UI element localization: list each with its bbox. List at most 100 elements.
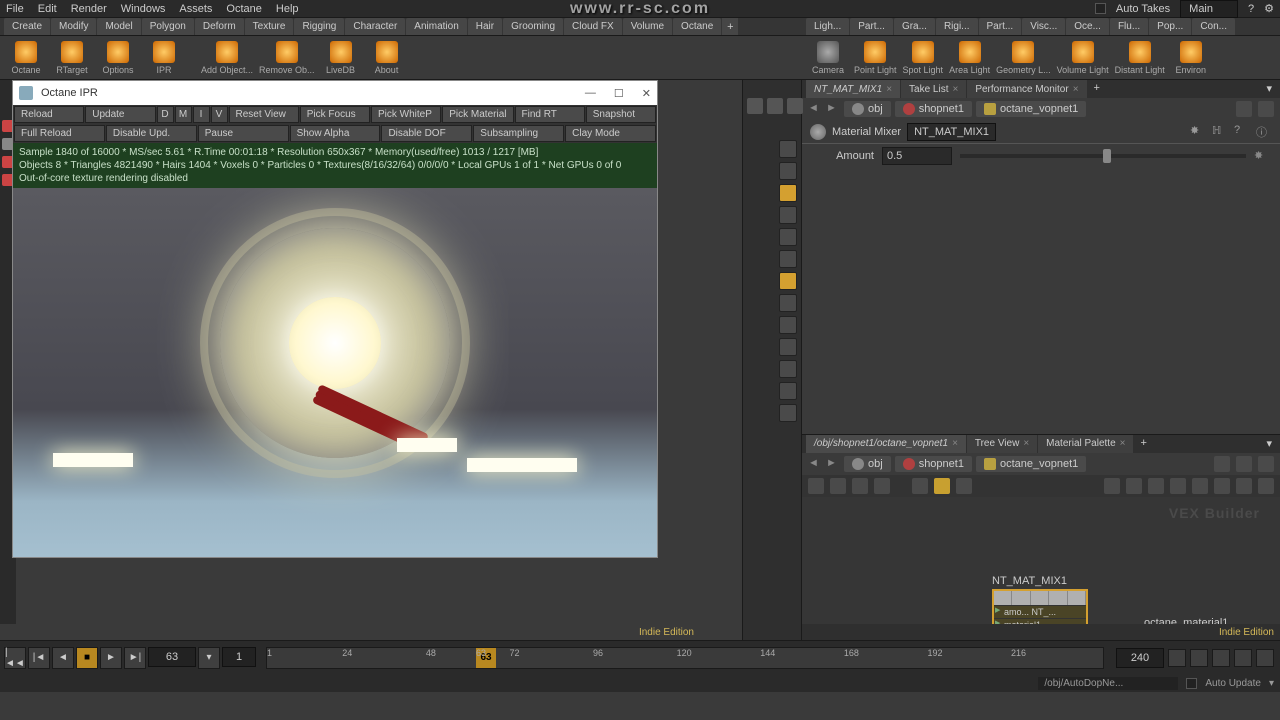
back-icon[interactable]: ◄ <box>808 102 822 116</box>
maximize-icon[interactable]: ☐ <box>614 87 624 100</box>
ipr-render-view[interactable] <box>13 188 657 557</box>
settings-icon[interactable]: ⚙ <box>1264 2 1274 15</box>
forward-icon[interactable]: ► <box>826 102 840 116</box>
tool-camera[interactable]: Camera <box>808 41 848 75</box>
close-tab-icon[interactable]: × <box>1023 438 1029 449</box>
shelf-tab[interactable]: Pop... <box>1149 18 1191 35</box>
back-icon[interactable]: ◄ <box>808 457 822 471</box>
frame-menu[interactable]: ▾ <box>198 647 220 669</box>
reload-button[interactable]: Reload <box>14 106 84 123</box>
nodegraph-canvas[interactable]: VEX Builder NT_MAT_MIX1 amo... NT_... ma… <box>802 497 1280 625</box>
close-tab-icon[interactable]: × <box>952 438 958 449</box>
tool-environment[interactable]: Environ <box>1171 41 1211 75</box>
search-icon[interactable] <box>1236 478 1252 494</box>
add-tab[interactable]: + <box>1088 80 1106 98</box>
full-reload-button[interactable]: Full Reload <box>14 125 105 142</box>
shelf-tab[interactable]: Visc... <box>1022 18 1065 35</box>
vp-tool-icon[interactable] <box>779 294 797 312</box>
tool-rtarget[interactable]: RTarget <box>52 41 92 75</box>
vp-tool-icon[interactable] <box>779 404 797 422</box>
loop-icon[interactable] <box>1168 649 1186 667</box>
shelf-tab[interactable]: Ligh... <box>806 18 849 35</box>
display-icon[interactable] <box>747 98 763 114</box>
vp-tool-icon[interactable] <box>779 140 797 158</box>
tab-perf-monitor[interactable]: Performance Monitor× <box>967 80 1086 98</box>
path-shopnet[interactable]: shopnet1 <box>895 456 972 472</box>
align-icon[interactable] <box>1170 478 1186 494</box>
target-icon[interactable] <box>1236 456 1252 472</box>
vp-tool-icon[interactable] <box>779 228 797 246</box>
prev-key-button[interactable]: |◄ <box>28 647 50 669</box>
shelf-tab[interactable]: Texture <box>245 18 294 35</box>
pin-icon[interactable] <box>1214 456 1230 472</box>
help-icon[interactable]: ? <box>1234 124 1250 140</box>
tab-vopnet[interactable]: /obj/shopnet1/octane_vopnet1× <box>806 435 966 453</box>
vp-tool-icon[interactable] <box>779 316 797 334</box>
audio-icon[interactable] <box>1234 649 1252 667</box>
info-icon[interactable]: ⓘ <box>1256 124 1272 140</box>
shelf-tab[interactable]: Volume <box>623 18 672 35</box>
param-menu-icon[interactable]: ✸ <box>1254 149 1268 163</box>
align-icon[interactable] <box>1126 478 1142 494</box>
update-button[interactable]: Update <box>85 106 155 123</box>
tool-point-light[interactable]: Point Light <box>854 41 897 75</box>
i-toggle[interactable]: I <box>193 106 210 123</box>
path-shopnet[interactable]: shopnet1 <box>895 101 972 117</box>
vp-tool-icon[interactable] <box>779 206 797 224</box>
shelf-tab[interactable]: Flu... <box>1110 18 1148 35</box>
pane-menu-icon[interactable]: ▾ <box>1266 82 1272 96</box>
pick-whitep-button[interactable]: Pick WhiteP <box>371 106 441 123</box>
disable-dof-button[interactable]: Disable DOF <box>381 125 472 142</box>
tool-remove-object[interactable]: Remove Ob... <box>259 41 315 75</box>
box-icon[interactable] <box>956 478 972 494</box>
reset-view-button[interactable]: Reset View <box>229 106 299 123</box>
tool-spot-light[interactable]: Spot Light <box>903 41 944 75</box>
shelf-tab[interactable]: Part... <box>850 18 893 35</box>
shelf-tab[interactable]: Octane <box>673 18 721 35</box>
step-fwd-button[interactable]: ►| <box>124 647 146 669</box>
tool-options[interactable]: Options <box>98 41 138 75</box>
path-obj[interactable]: obj <box>844 101 891 117</box>
menu-help[interactable]: Help <box>276 3 299 15</box>
path-vopnet[interactable]: octane_vopnet1 <box>976 101 1086 117</box>
menu-octane[interactable]: Octane <box>226 3 261 15</box>
first-frame-button[interactable]: |◄◄ <box>4 647 26 669</box>
minimize-icon[interactable]: — <box>585 87 596 100</box>
d-toggle[interactable]: D <box>157 106 174 123</box>
shelf-tab[interactable]: Hair <box>468 18 502 35</box>
shelf-tab[interactable]: Cloud FX <box>564 18 622 35</box>
amount-field[interactable] <box>882 147 952 165</box>
node-name-field[interactable]: NT_MAT_MIX1 <box>907 123 996 141</box>
end-frame-field[interactable] <box>1116 648 1164 668</box>
node-octane-material[interactable]: octane_material1 material medium <box>1144 617 1240 625</box>
tab-take-list[interactable]: Take List× <box>901 80 966 98</box>
realtime-icon[interactable] <box>1190 649 1208 667</box>
shelf-tab[interactable]: Deform <box>195 18 244 35</box>
align-icon[interactable] <box>1148 478 1164 494</box>
auto-update-checkbox[interactable] <box>1186 678 1197 689</box>
close-tab-icon[interactable]: × <box>1073 84 1079 95</box>
tab-mat-palette[interactable]: Material Palette× <box>1038 435 1133 453</box>
play-button[interactable]: ► <box>100 647 122 669</box>
show-alpha-button[interactable]: Show Alpha <box>290 125 381 142</box>
pause-button[interactable]: Pause <box>198 125 289 142</box>
shelf-tab[interactable]: Gra... <box>894 18 935 35</box>
vp-tool-icon[interactable] <box>779 162 797 180</box>
vp-tool-icon[interactable] <box>779 360 797 378</box>
grid-view-icon[interactable] <box>874 478 890 494</box>
layout-icon[interactable] <box>912 478 928 494</box>
tab-tree-view[interactable]: Tree View× <box>967 435 1037 453</box>
shelf-tab-add[interactable]: + <box>722 18 738 35</box>
add-tab[interactable]: + <box>1134 435 1152 453</box>
start-frame-field[interactable] <box>222 647 256 667</box>
node-input[interactable]: material1 <box>994 618 1086 625</box>
snapshot-button[interactable]: Snapshot <box>586 106 656 123</box>
find-rt-button[interactable]: Find RT <box>515 106 585 123</box>
list-view-icon[interactable] <box>808 478 824 494</box>
sticky-note-icon[interactable] <box>934 478 950 494</box>
shelf-tab[interactable]: Character <box>345 18 405 35</box>
auto-takes-checkbox[interactable] <box>1095 3 1106 14</box>
menu-windows[interactable]: Windows <box>121 3 166 15</box>
ipr-titlebar[interactable]: Octane IPR — ☐ ✕ <box>13 81 657 105</box>
gear-icon[interactable]: ✸ <box>1190 124 1206 140</box>
